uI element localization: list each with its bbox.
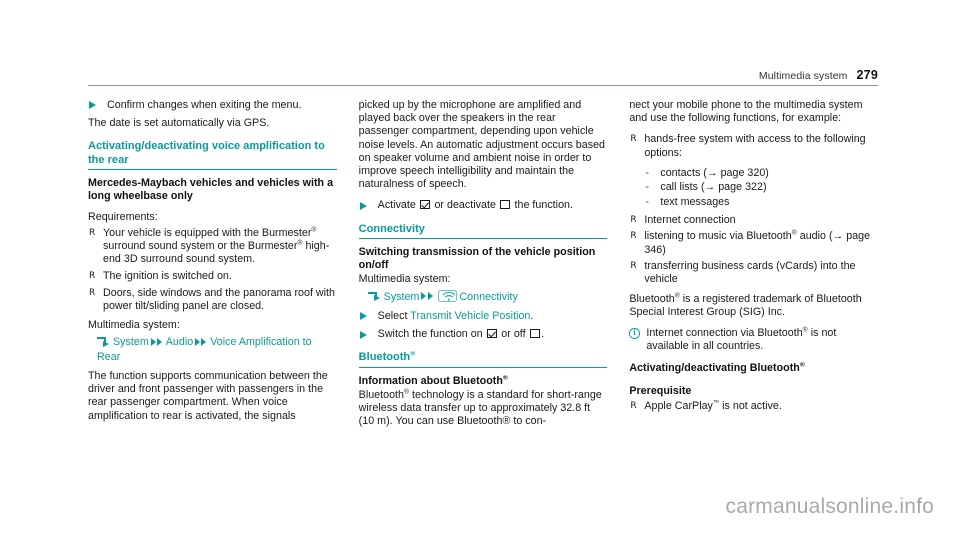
heading-connectivity: Connectivity <box>358 222 425 235</box>
watermark: carmanualsonline.info <box>725 495 934 518</box>
paragraph-lead: Bluetooth <box>358 389 405 402</box>
list-item: Your vehicle is equipped with the Burmes… <box>88 226 337 267</box>
info-circle-icon: i <box>629 328 640 339</box>
step-text-middle: or deactivate <box>434 199 496 212</box>
paragraph-lead: Bluetooth <box>629 292 675 305</box>
checkbox-unchecked-icon <box>500 199 510 210</box>
paragraph-date-gps: The date is set automatically via GPS. <box>88 117 270 130</box>
step-text-middle: or off <box>501 328 526 341</box>
registered-mark: ® <box>791 229 797 237</box>
page-header: Multimedia system 279 <box>88 68 878 82</box>
registered-mark: ® <box>802 326 808 334</box>
paragraph-bluetooth-description: Bluetooth® technology is a standard for … <box>359 389 608 429</box>
column-2: picked up by the microphone are amplifie… <box>358 99 608 469</box>
list-item: listening to music via Bluetooth® audio … <box>629 230 878 256</box>
subheading-activating-bluetooth: Activating/deactivating Bluetooth® <box>629 362 878 375</box>
step-select-transmit-position: Select Transmit Vehicle Position. <box>359 310 608 323</box>
list-item: hands-free system with access to the fol… <box>629 133 878 159</box>
content-columns: Confirm changes when exiting the menu. T… <box>88 99 878 469</box>
column-1: Confirm changes when exiting the menu. T… <box>88 99 337 469</box>
registered-mark: ® <box>799 361 805 369</box>
step-switch-function: Switch the function on or off . <box>359 328 608 341</box>
column-3: nect your mobile phone to the multimedia… <box>629 99 878 469</box>
list-item: text messages <box>643 195 878 210</box>
bluetooth-functions-list-continued: Internet connection listening to music v… <box>629 214 878 287</box>
registered-mark: ® <box>674 292 680 300</box>
list-item: Doors, side windows and the panorama roo… <box>88 287 337 313</box>
list-item: Internet connection <box>629 214 878 227</box>
subheading-prerequisite: Prerequisite <box>629 384 692 397</box>
play-triangle-icon <box>359 312 367 321</box>
heading-voice-amplification: Activating/deactivating voice amplificat… <box>88 140 325 166</box>
double-chevron-icon <box>421 292 434 301</box>
label-multimedia-system: Multimedia system: <box>88 319 180 332</box>
checkbox-unchecked-icon <box>530 328 540 339</box>
trademark-mark: ™ <box>712 399 720 407</box>
step-text-suffix: . <box>530 310 534 323</box>
subheading-text: Information about Bluetooth <box>358 374 503 387</box>
paragraph-microphone-continued: picked up by the microphone are amplifie… <box>358 99 606 191</box>
bluetooth-functions-list: hands-free system with access to the fol… <box>629 133 878 159</box>
heading-underline <box>358 366 608 368</box>
step-text: Confirm changes when exiting the menu. <box>107 99 302 111</box>
menu-path-connectivity: System Connectivity <box>359 289 608 304</box>
menu-item-system[interactable]: System <box>384 291 420 303</box>
list-item: transferring business cards (vCards) int… <box>629 260 878 286</box>
wifi-connectivity-icon <box>438 289 458 302</box>
subheading-text: Activating/deactivating Bluetooth <box>629 362 800 375</box>
manual-page: Multimedia system 279 Confirm changes wh… <box>0 0 960 533</box>
label-requirements: Requirements: <box>88 210 158 223</box>
play-triangle-icon <box>359 330 367 339</box>
list-item: The ignition is switched on. <box>88 270 337 283</box>
paragraph-trademark-notice: Bluetooth® is a registered trademark of … <box>629 292 878 319</box>
page-number: 279 <box>856 68 878 82</box>
heading-underline <box>88 169 337 171</box>
list-item: Apple CarPlay™ is not active. <box>629 399 878 414</box>
registered-mark: ® <box>404 388 410 396</box>
checkbox-checked-icon <box>420 199 430 210</box>
heading-bluetooth: Bluetooth® <box>359 351 608 364</box>
heading-bluetooth-text: Bluetooth <box>358 351 411 364</box>
menu-path-voice-amplification: System Audio Voice Amplification to Rear <box>88 335 337 364</box>
subheading-vehicle-position: Switching transmission of the vehicle po… <box>358 246 596 272</box>
info-note-internet-availability: i Internet connection via Bluetooth® is … <box>629 327 878 353</box>
menu-item-connectivity[interactable]: Connectivity <box>459 291 517 303</box>
step-text-suffix: . <box>541 328 545 341</box>
step-confirm-changes: Confirm changes when exiting the menu. <box>88 99 337 112</box>
play-triangle-icon <box>89 101 96 110</box>
double-chevron-icon <box>195 337 208 346</box>
step-text-prefix: Select <box>377 310 408 323</box>
subheading-maybach-vehicles: Mercedes-Maybach vehicles and vehicles w… <box>88 177 334 203</box>
list-item: call lists (→ page 322) <box>643 180 878 195</box>
menu-item-transmit-vehicle-position[interactable]: Transmit Vehicle Position <box>410 310 530 322</box>
paragraph-function-description: The function supports communication betw… <box>88 370 328 422</box>
prerequisite-list: Apple CarPlay™ is not active. <box>629 399 878 414</box>
turn-arrow-icon <box>97 337 110 347</box>
registered-mark: ® <box>410 350 416 358</box>
turn-arrow-icon <box>367 291 381 302</box>
step-text-prefix: Activate <box>377 199 416 212</box>
handsfree-options-list: contacts (→ page 320) call lists (→ page… <box>629 166 878 210</box>
step-text-prefix: Switch the function on <box>377 328 483 341</box>
step-text-suffix: the function. <box>514 199 573 212</box>
registered-mark: ® <box>297 239 303 247</box>
step-activate-deactivate: Activate or deactivate the function. <box>359 199 608 212</box>
label-multimedia-system: Multimedia system: <box>358 273 451 286</box>
requirements-list: Your vehicle is equipped with the Burmes… <box>88 226 337 313</box>
subheading-info-about-bluetooth: Information about Bluetooth® <box>358 374 608 388</box>
registered-mark: ® <box>502 374 508 382</box>
note-lead: Internet connection via Bluetooth <box>646 327 803 340</box>
double-chevron-icon <box>150 337 164 346</box>
menu-item-audio[interactable]: Audio <box>166 336 193 348</box>
registered-mark: ® <box>311 226 317 234</box>
heading-underline <box>358 238 608 240</box>
header-divider <box>88 85 878 86</box>
paragraph-connect-phone: nect your mobile phone to the multimedia… <box>629 99 863 125</box>
list-item: contacts (→ page 320) <box>643 166 878 181</box>
checkbox-checked-icon <box>487 328 497 339</box>
header-chapter-title: Multimedia system <box>758 70 848 82</box>
play-triangle-icon <box>359 201 367 210</box>
menu-item-system[interactable]: System <box>113 336 149 348</box>
